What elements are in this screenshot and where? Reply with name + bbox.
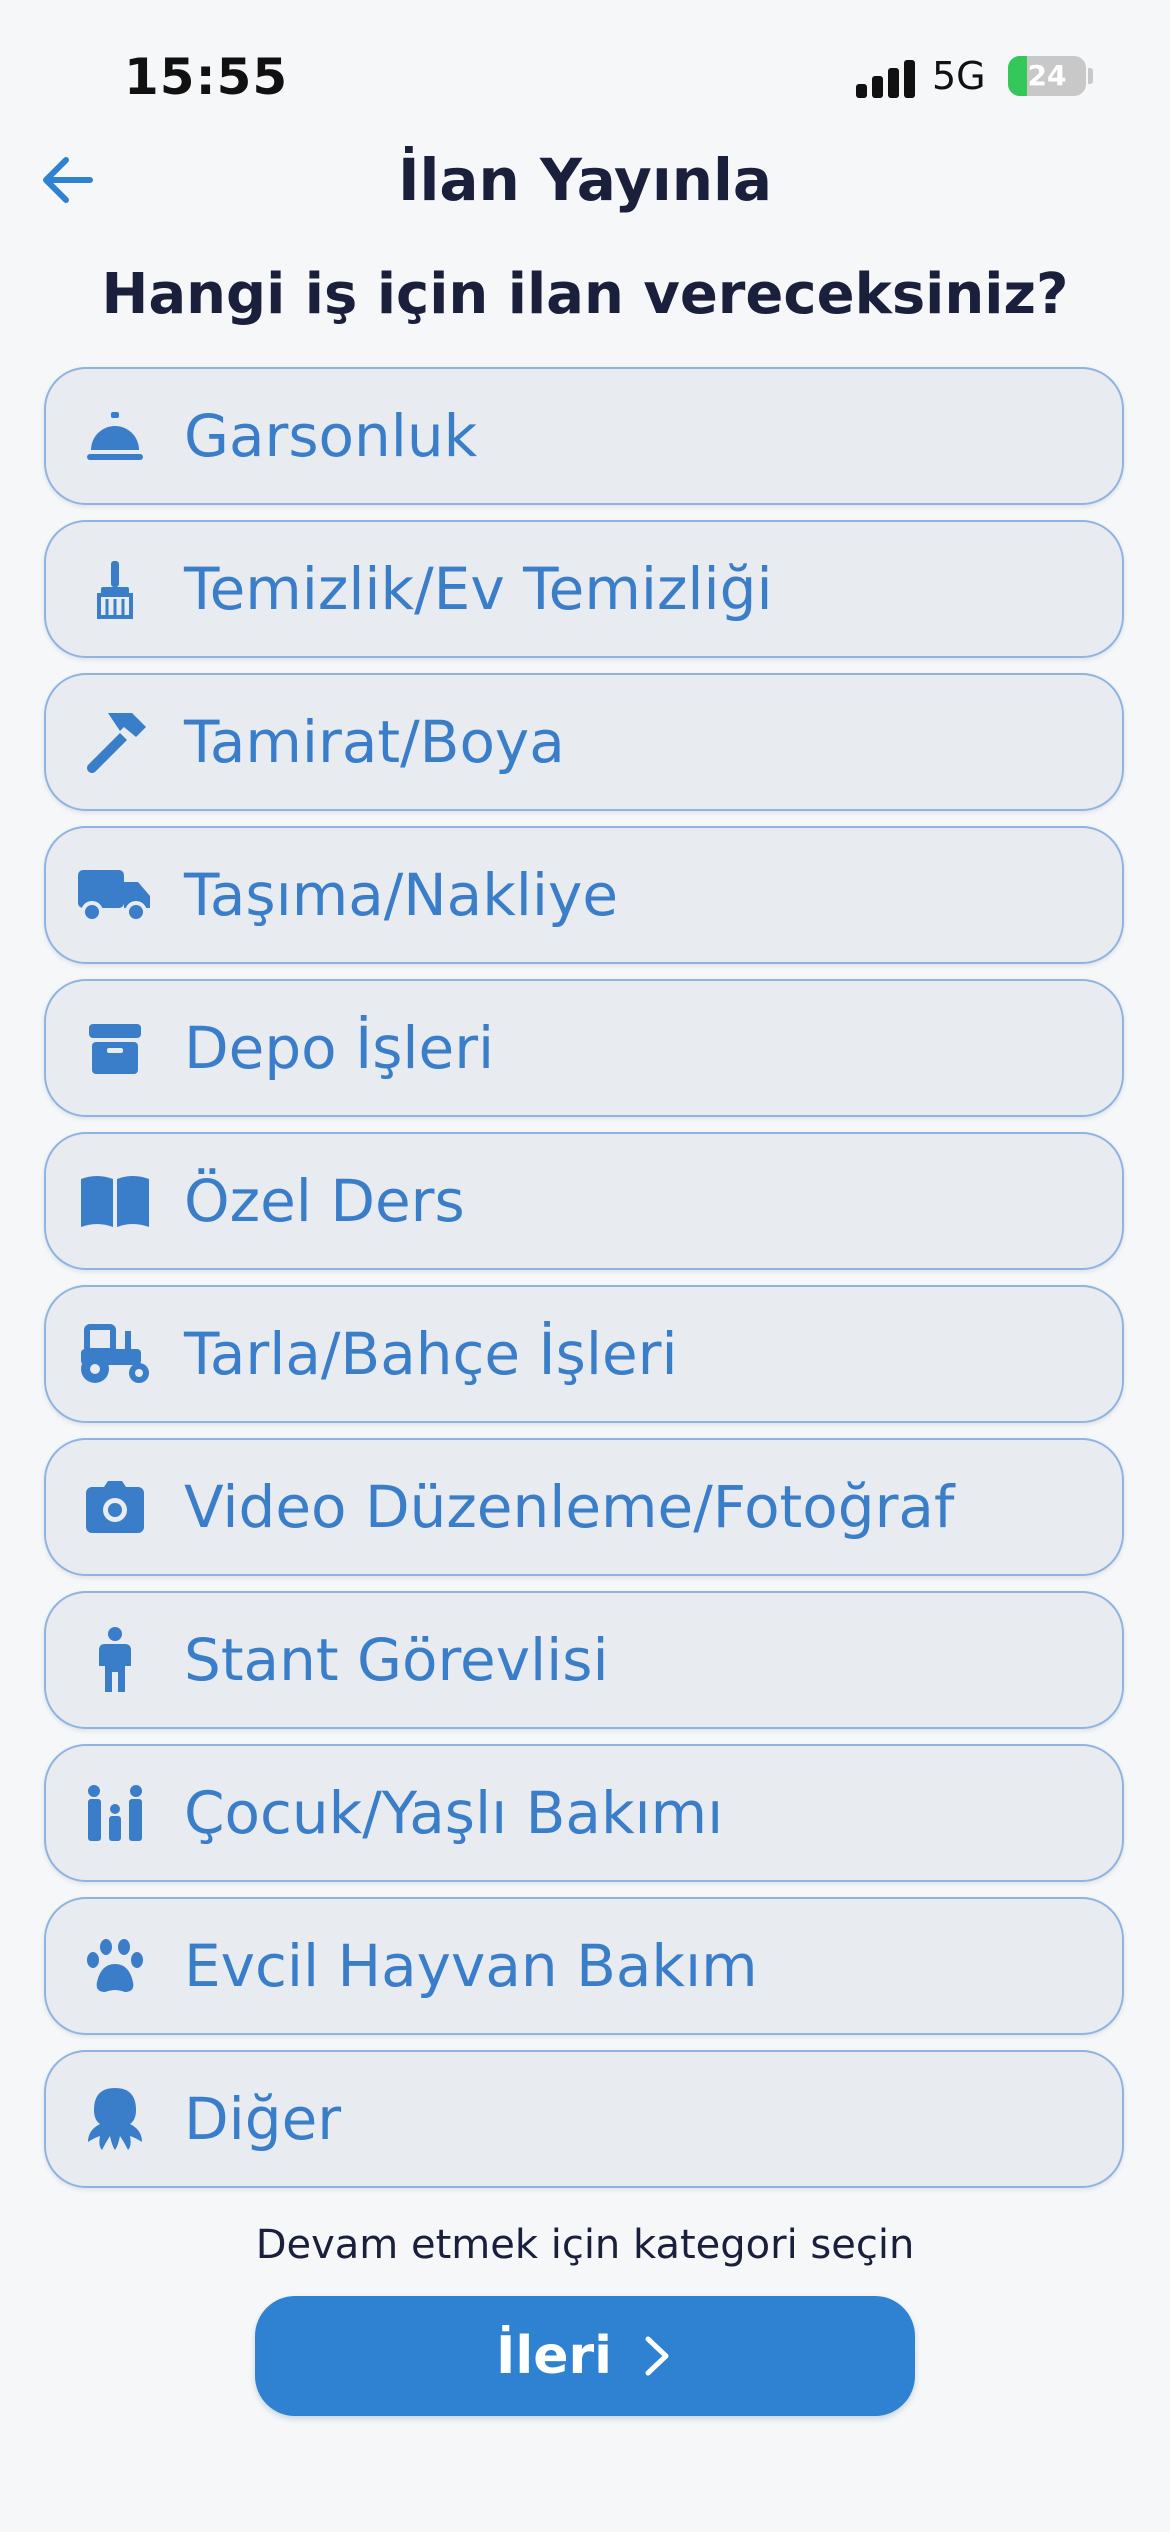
category-label: Özel Ders bbox=[184, 1167, 465, 1235]
category-label: Evcil Hayvan Bakım bbox=[184, 1932, 758, 2000]
broom-icon bbox=[70, 544, 160, 634]
network-type: 5G bbox=[932, 54, 986, 98]
category-ozel-ders[interactable]: Özel Ders bbox=[44, 1132, 1124, 1270]
category-garsonluk[interactable]: Garsonluk bbox=[44, 367, 1124, 505]
category-label: Garsonluk bbox=[184, 402, 478, 470]
book-icon bbox=[70, 1156, 160, 1246]
hint-text: Devam etmek için kategori seçin bbox=[255, 2222, 915, 2268]
service-bell-icon bbox=[70, 391, 160, 481]
header: İlan Yayınla bbox=[0, 130, 1170, 230]
arrow-left-icon bbox=[43, 157, 93, 203]
back-button[interactable] bbox=[28, 140, 108, 220]
chevron-right-icon bbox=[645, 2336, 669, 2376]
signal-icon bbox=[856, 58, 916, 98]
status-bar: 15:55 5G 24 bbox=[0, 0, 1170, 150]
status-time: 15:55 bbox=[124, 48, 289, 106]
hammer-icon bbox=[70, 697, 160, 787]
battery-percent: 24 bbox=[1027, 59, 1067, 92]
category-video[interactable]: Video Düzenleme/Fotoğraf bbox=[44, 1438, 1124, 1576]
category-label: Çocuk/Yaşlı Bakımı bbox=[184, 1779, 724, 1847]
category-diger[interactable]: Diğer bbox=[44, 2050, 1124, 2188]
person-icon bbox=[70, 1615, 160, 1705]
category-label: Temizlik/Ev Temizliği bbox=[184, 555, 773, 623]
paw-icon bbox=[70, 1921, 160, 2011]
truck-icon bbox=[70, 850, 160, 940]
category-label: Depo İşleri bbox=[184, 1014, 495, 1082]
battery-icon: 24 bbox=[1008, 56, 1086, 96]
screen: 15:55 5G 24 İlan Yayınla Hangi iş için i… bbox=[0, 0, 1170, 2532]
next-button-label: İleri bbox=[496, 2326, 612, 2386]
page-title: İlan Yayınla bbox=[397, 146, 773, 214]
category-label: Diğer bbox=[184, 2085, 342, 2153]
tractor-icon bbox=[70, 1309, 160, 1399]
box-icon bbox=[70, 1003, 160, 1093]
category-tamirat[interactable]: Tamirat/Boya bbox=[44, 673, 1124, 811]
category-cocuk[interactable]: Çocuk/Yaşlı Bakımı bbox=[44, 1744, 1124, 1882]
octopus-icon bbox=[70, 2074, 160, 2164]
category-tarla[interactable]: Tarla/Bahçe İşleri bbox=[44, 1285, 1124, 1423]
category-label: Tamirat/Boya bbox=[184, 708, 565, 776]
category-label: Stant Görevlisi bbox=[184, 1626, 609, 1694]
category-evcil-hayvan[interactable]: Evcil Hayvan Bakım bbox=[44, 1897, 1124, 2035]
category-stant[interactable]: Stant Görevlisi bbox=[44, 1591, 1124, 1729]
battery-cap bbox=[1088, 68, 1093, 84]
camera-icon bbox=[70, 1462, 160, 1552]
category-depo[interactable]: Depo İşleri bbox=[44, 979, 1124, 1117]
category-label: Tarla/Bahçe İşleri bbox=[184, 1320, 678, 1388]
next-button[interactable]: İleri bbox=[255, 2296, 915, 2416]
category-temizlik[interactable]: Temizlik/Ev Temizliği bbox=[44, 520, 1124, 658]
question-heading: Hangi iş için ilan vereceksiniz? bbox=[101, 262, 1069, 327]
family-icon bbox=[70, 1768, 160, 1858]
category-label: Taşıma/Nakliye bbox=[184, 861, 619, 929]
category-tasima[interactable]: Taşıma/Nakliye bbox=[44, 826, 1124, 964]
category-label: Video Düzenleme/Fotoğraf bbox=[184, 1473, 955, 1541]
